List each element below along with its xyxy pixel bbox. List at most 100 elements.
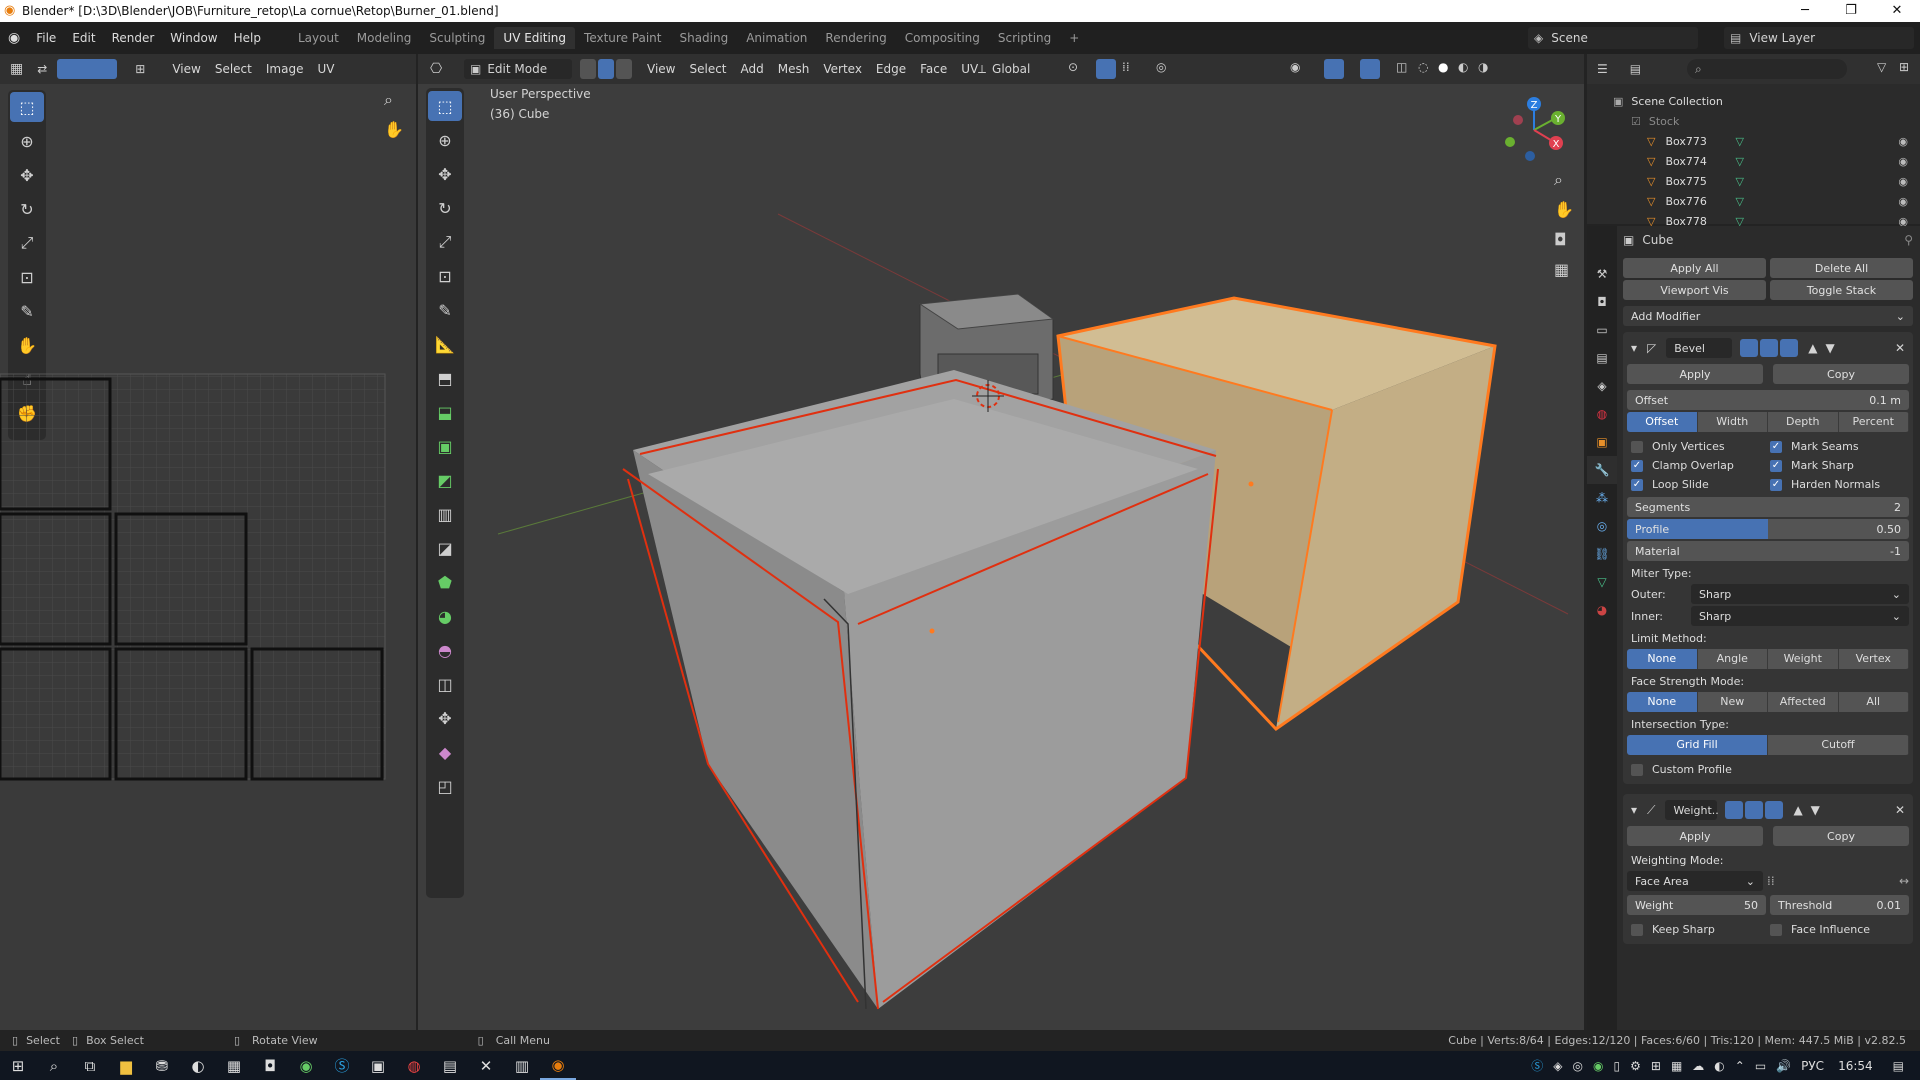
vp-pan-icon[interactable]: ✋: [1554, 200, 1574, 219]
uv-annotate-tool-icon[interactable]: ✎: [10, 296, 44, 326]
sticky-select-icon[interactable]: ⊞: [135, 62, 145, 76]
tray-skype-icon[interactable]: Ⓢ: [1531, 1057, 1543, 1074]
uv-menu-image[interactable]: Image: [259, 62, 311, 76]
vp-ortho-grid-icon[interactable]: ▦: [1554, 260, 1569, 279]
editmode-toggle-icon[interactable]: [1725, 801, 1744, 819]
invert-icon[interactable]: ↔: [1899, 874, 1909, 888]
display-mode-icon[interactable]: ▤: [1630, 62, 1641, 76]
move-down-icon[interactable]: ▼: [1826, 341, 1835, 355]
filter-icon[interactable]: ▽: [1877, 60, 1886, 74]
constraints-tab-icon[interactable]: ⛓: [1587, 540, 1617, 568]
profile-slider[interactable]: Profile 0.50: [1627, 519, 1909, 539]
threshold-field[interactable]: Threshold 0.01: [1770, 895, 1909, 915]
limit-weight[interactable]: Weight: [1768, 649, 1839, 669]
uv-menu-view[interactable]: View: [165, 62, 207, 76]
tab-scripting[interactable]: Scripting: [989, 27, 1060, 49]
limit-none[interactable]: None: [1627, 649, 1698, 669]
tab-animation[interactable]: Animation: [737, 27, 816, 49]
mark-sharp-checkbox[interactable]: ✓ Mark Sharp: [1770, 459, 1909, 472]
active-cube[interactable]: [622, 370, 1219, 1010]
tab-shading[interactable]: Shading: [670, 27, 737, 49]
tray-app-icon[interactable]: ◉: [1593, 1059, 1603, 1073]
apply-all-button[interactable]: Apply All: [1623, 258, 1766, 278]
eye-icon[interactable]: ◉: [1898, 172, 1908, 192]
inner-miter-dropdown[interactable]: Sharp ⌄: [1691, 606, 1909, 626]
menu-edit[interactable]: Edit: [64, 31, 103, 45]
pin-icon[interactable]: ⚲: [1904, 233, 1913, 247]
collapse-arrow-icon[interactable]: ▾: [1631, 803, 1637, 817]
outliner-item[interactable]: ▽ Box774 ▽ ◉: [1647, 152, 1920, 172]
delete-all-button[interactable]: Delete All: [1770, 258, 1913, 278]
move-up-icon[interactable]: ▲: [1793, 803, 1802, 817]
menu-window[interactable]: Window: [162, 31, 225, 45]
tab-texture-paint[interactable]: Texture Paint: [575, 27, 670, 49]
physics-tab-icon[interactable]: ◎: [1587, 512, 1617, 540]
material-tab-icon[interactable]: ◕: [1587, 596, 1617, 624]
weighted-apply-button[interactable]: Apply: [1627, 826, 1763, 846]
view-layer-tab-icon[interactable]: ▤: [1587, 344, 1617, 372]
clamp-overlap-checkbox[interactable]: ✓ Clamp Overlap: [1631, 459, 1770, 472]
bevel-copy-button[interactable]: Copy: [1773, 364, 1909, 384]
remove-modifier-icon[interactable]: ✕: [1895, 803, 1905, 817]
tab-rendering[interactable]: Rendering: [816, 27, 895, 49]
file-explorer-icon[interactable]: ▆: [108, 1051, 144, 1080]
face-strength-new[interactable]: New: [1697, 692, 1768, 712]
taskbar-search-icon[interactable]: ⌕: [36, 1051, 72, 1080]
viewport-toggle-icon[interactable]: [1745, 801, 1764, 819]
app-icon[interactable]: ▥: [504, 1051, 540, 1080]
app-icon[interactable]: ▣: [360, 1051, 396, 1080]
store-icon[interactable]: ⛃: [144, 1051, 180, 1080]
blender-taskbar-icon[interactable]: ◉: [540, 1051, 576, 1080]
outliner-editor-icon[interactable]: ☰: [1597, 62, 1608, 76]
uv-menu-uv[interactable]: UV: [310, 62, 341, 76]
calculator-icon[interactable]: ▦: [216, 1051, 252, 1080]
outliner-item[interactable]: ▽ Box776 ▽ ◉: [1647, 192, 1920, 212]
menu-file[interactable]: File: [28, 31, 64, 45]
scene-tab-icon[interactable]: ◈: [1587, 372, 1617, 400]
uv-transform-tool-icon[interactable]: ⊡: [10, 262, 44, 292]
task-view-icon[interactable]: ⧉: [72, 1051, 108, 1080]
uv-select-mode-icon[interactable]: [57, 59, 118, 79]
minimize-button[interactable]: ─: [1782, 0, 1828, 22]
tray-app-icon[interactable]: ⚙: [1630, 1059, 1641, 1073]
harden-normals-checkbox[interactable]: ✓ Harden Normals: [1770, 478, 1909, 491]
vp-zoom-icon[interactable]: ⌕: [1554, 170, 1563, 190]
tray-app-icon[interactable]: ▯: [1614, 1059, 1621, 1073]
toggle-stack-button[interactable]: Toggle Stack: [1770, 280, 1913, 300]
move-up-icon[interactable]: ▲: [1808, 341, 1817, 355]
face-influence-checkbox[interactable]: Face Influence: [1770, 923, 1909, 936]
tray-app-icon[interactable]: ▦: [1671, 1059, 1682, 1073]
material-field[interactable]: Material -1: [1627, 541, 1909, 561]
custom-profile-checkbox[interactable]: Custom Profile: [1631, 763, 1909, 776]
tab-modeling[interactable]: Modeling: [348, 27, 421, 49]
tool-tab-icon[interactable]: ⚒: [1587, 260, 1617, 288]
add-workspace-icon[interactable]: +: [1060, 27, 1088, 49]
tray-app-icon[interactable]: ◐: [1714, 1059, 1724, 1073]
mark-seams-checkbox[interactable]: ✓ Mark Seams: [1770, 440, 1909, 453]
face-strength-none[interactable]: None: [1627, 692, 1698, 712]
render-toggle-icon[interactable]: [1780, 339, 1799, 357]
collection-stock-row[interactable]: ☑ Stock: [1613, 112, 1920, 132]
view-layer-selector[interactable]: ▤ View Layer: [1724, 27, 1914, 49]
outliner-item[interactable]: ▽ Box773 ▽ ◉: [1647, 132, 1920, 152]
menu-render[interactable]: Render: [104, 31, 163, 45]
language-indicator[interactable]: РУС: [1801, 1059, 1824, 1073]
outer-miter-dropdown[interactable]: Sharp ⌄: [1691, 584, 1909, 604]
uv-menu-select[interactable]: Select: [208, 62, 259, 76]
tray-cloud-icon[interactable]: ☁: [1692, 1059, 1704, 1073]
pan-hand-icon[interactable]: ✋: [384, 120, 404, 139]
segments-field[interactable]: Segments 2: [1627, 497, 1909, 517]
app-icon[interactable]: ▤: [432, 1051, 468, 1080]
app-icon[interactable]: ◘: [252, 1051, 288, 1080]
notifications-icon[interactable]: ▤: [1893, 1059, 1904, 1073]
editmode-toggle-icon[interactable]: [1740, 339, 1759, 357]
close-button[interactable]: ✕: [1874, 0, 1920, 22]
only-vertices-checkbox[interactable]: Only Vertices: [1631, 440, 1770, 453]
windows-start-icon[interactable]: ⊞: [0, 1051, 36, 1080]
weighted-name-field[interactable]: Weight..: [1665, 800, 1719, 820]
skype-icon[interactable]: Ⓢ: [324, 1051, 360, 1080]
tray-steam-icon[interactable]: ◎: [1573, 1059, 1583, 1073]
scene-collection-row[interactable]: ▣ Scene Collection: [1613, 92, 1920, 112]
viewport-vis-button[interactable]: Viewport Vis: [1623, 280, 1766, 300]
collapse-arrow-icon[interactable]: ▾: [1631, 341, 1637, 355]
